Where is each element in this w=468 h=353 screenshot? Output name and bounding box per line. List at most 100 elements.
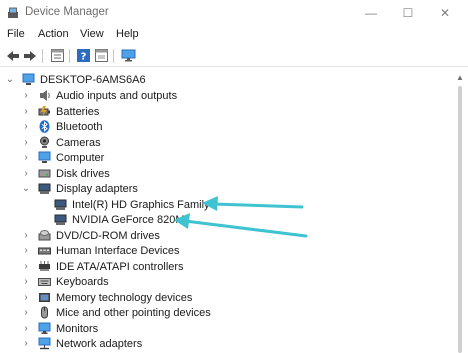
- hid-icon: [38, 247, 51, 255]
- chevron-right-icon[interactable]: ›: [21, 244, 31, 258]
- chevron-right-icon[interactable]: ›: [21, 306, 31, 320]
- chevron-right-icon[interactable]: ›: [21, 322, 31, 336]
- tree-label: Human Interface Devices: [56, 244, 180, 257]
- tree-item-keyboards[interactable]: › Keyboards: [0, 274, 440, 290]
- chevron-right-icon[interactable]: ›: [21, 151, 31, 165]
- network-adapter-icon: [38, 337, 51, 350]
- tree-label: Intel(R) HD Graphics Family: [72, 198, 210, 211]
- tree-item-network-adapters[interactable]: › Network adapters: [0, 336, 440, 352]
- tree-label: Disk drives: [56, 167, 110, 180]
- tree-item-mice[interactable]: › Mice and other pointing devices: [0, 305, 440, 321]
- chevron-right-icon[interactable]: ›: [21, 89, 31, 103]
- tree-item-computer[interactable]: › Computer: [0, 150, 440, 166]
- tree-item-dvd-drives[interactable]: › DVD/CD-ROM drives: [0, 228, 440, 244]
- scan-hardware-button[interactable]: [121, 48, 136, 63]
- menu-view[interactable]: View: [80, 28, 104, 40]
- toolbar: ?: [0, 45, 468, 67]
- chevron-right-icon[interactable]: ›: [21, 120, 31, 134]
- view-button[interactable]: [94, 48, 109, 63]
- title-bar: Device Manager — ☐ ✕: [0, 0, 468, 26]
- chevron-down-icon[interactable]: ⌄: [5, 73, 15, 87]
- tree-label: NVIDIA GeForce 820M: [72, 213, 185, 226]
- tree-label: Keyboards: [56, 275, 109, 288]
- close-button[interactable]: ✕: [426, 0, 464, 26]
- tree-item-nvidia-geforce[interactable]: NVIDIA GeForce 820M: [0, 212, 440, 228]
- toolbar-separator: [69, 49, 70, 63]
- tree-root-desktop[interactable]: ⌄ DESKTOP-6AMS6A6: [0, 72, 440, 88]
- tree-label: Memory technology devices: [56, 291, 193, 304]
- tree-label: Cameras: [56, 136, 101, 149]
- chevron-down-icon[interactable]: ⌄: [21, 182, 31, 196]
- menu-help[interactable]: Help: [116, 28, 139, 40]
- tree-label: Computer: [56, 151, 105, 164]
- dvd-drive-icon: [38, 230, 51, 241]
- tree-label: Monitors: [56, 322, 99, 335]
- forward-button[interactable]: [22, 48, 37, 63]
- maximize-button[interactable]: ☐: [389, 0, 427, 26]
- speaker-icon: [40, 90, 50, 102]
- mouse-icon: [41, 306, 48, 319]
- device-tree: ⌄ DESKTOP-6AMS6A6 › Audio inputs and out…: [0, 68, 458, 353]
- view-icon: [95, 49, 108, 62]
- display-adapter-icon: [54, 199, 67, 211]
- tree-label: Batteries: [56, 105, 100, 118]
- chevron-right-icon[interactable]: ›: [21, 105, 31, 119]
- forward-icon: [23, 50, 36, 61]
- device-manager-icon: [8, 7, 18, 18]
- ide-controller-icon: [39, 261, 50, 272]
- window-title: Device Manager: [25, 6, 109, 18]
- tree-label: IDE ATA/ATAPI controllers: [56, 260, 184, 273]
- battery-icon: [38, 106, 50, 118]
- help-icon: ?: [77, 49, 90, 62]
- disk-drive-icon: [38, 169, 51, 178]
- chevron-right-icon[interactable]: ›: [21, 337, 31, 351]
- computer-icon: [38, 151, 51, 164]
- svg-text:?: ?: [81, 52, 87, 63]
- computer-icon: [22, 73, 35, 86]
- tree-item-hid[interactable]: › Human Interface Devices: [0, 243, 440, 259]
- chevron-right-icon[interactable]: ›: [21, 136, 31, 150]
- monitor-icon: [38, 322, 51, 335]
- menu-bar: File Action View Help: [0, 26, 468, 44]
- display-adapter-icon: [38, 183, 51, 195]
- tree-label: Bluetooth: [56, 120, 103, 133]
- tree-item-monitors[interactable]: › Monitors: [0, 321, 440, 337]
- tree-item-cameras[interactable]: › Cameras: [0, 135, 440, 151]
- scroll-up-arrow-icon[interactable]: ▲: [454, 72, 466, 82]
- properties-icon: [51, 49, 64, 62]
- tree-label: Mice and other pointing devices: [56, 306, 211, 319]
- camera-icon: [40, 136, 49, 149]
- bluetooth-icon: [39, 120, 50, 134]
- chevron-right-icon[interactable]: ›: [21, 229, 31, 243]
- chevron-right-icon[interactable]: ›: [21, 291, 31, 305]
- menu-file[interactable]: File: [7, 28, 25, 40]
- tree-label: Audio inputs and outputs: [56, 89, 178, 102]
- tree-item-bluetooth[interactable]: › Bluetooth: [0, 119, 440, 135]
- monitor-icon: [121, 49, 136, 62]
- scroll-thumb[interactable]: [458, 86, 462, 353]
- tree-label: DVD/CD-ROM drives: [56, 229, 160, 242]
- toolbar-separator: [42, 49, 43, 63]
- menu-action[interactable]: Action: [38, 28, 69, 40]
- display-adapter-icon: [54, 214, 67, 226]
- tree-label: Display adapters: [56, 182, 138, 195]
- back-icon: [6, 50, 19, 61]
- chevron-right-icon[interactable]: ›: [21, 167, 31, 181]
- tree-label: Network adapters: [56, 337, 143, 350]
- toolbar-separator: [113, 49, 114, 63]
- back-button[interactable]: [5, 48, 20, 63]
- chevron-right-icon[interactable]: ›: [21, 275, 31, 289]
- tree-item-audio[interactable]: › Audio inputs and outputs: [0, 88, 440, 104]
- properties-button[interactable]: [50, 48, 65, 63]
- help-button[interactable]: ?: [76, 48, 91, 63]
- memory-icon: [39, 293, 50, 303]
- chevron-right-icon[interactable]: ›: [21, 260, 31, 274]
- tree-item-memory-tech[interactable]: › Memory technology devices: [0, 290, 440, 306]
- tree-item-intel-hd-graphics[interactable]: Intel(R) HD Graphics Family: [0, 197, 440, 213]
- tree-item-ide-controllers[interactable]: › IDE ATA/ATAPI controllers: [0, 259, 440, 275]
- tree-item-batteries[interactable]: › Batteries: [0, 104, 440, 120]
- tree-item-disk-drives[interactable]: › Disk drives: [0, 166, 440, 182]
- vertical-scrollbar[interactable]: ▲: [454, 68, 466, 353]
- tree-item-display-adapters[interactable]: ⌄ Display adapters: [0, 181, 440, 197]
- minimize-button[interactable]: —: [352, 0, 390, 26]
